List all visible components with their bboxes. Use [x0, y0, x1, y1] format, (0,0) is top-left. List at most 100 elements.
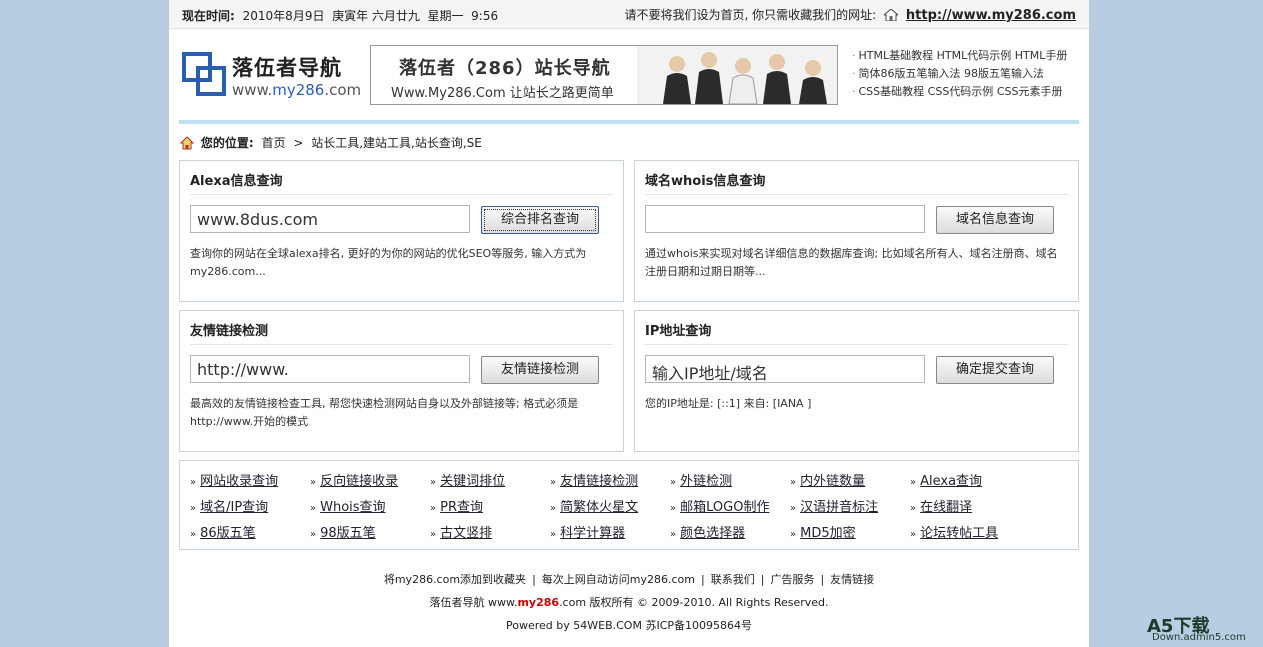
tool-link[interactable]: » Alexa查询 [910, 470, 982, 489]
footer-links: 将my286.com添加到收藏夹 | 每次上网自动访问my286.com | 联系我们 |… [383, 573, 875, 586]
tool-link-label: 友情链接检测 [560, 474, 639, 489]
footer-link[interactable]: 每次上网自动访问my286.com [542, 573, 695, 586]
footer-link[interactable]: 广告服务 [770, 573, 814, 586]
arrow-bullet-icon: » [910, 503, 917, 514]
quick-links: · HTML基础教程 HTML代码示例 HTML手册 · 简体86版五笔输入法 98… [852, 47, 1067, 101]
logo-url-suffix: .com [324, 81, 362, 99]
panel-description: 最高效的友情链接检查工具, 帮您快速检测网站自身以及外部链接等; 格式必须是ht… [190, 397, 579, 428]
tool-link[interactable]: » 外链检测 [670, 470, 732, 489]
tools-grid: » 网站收录查询» 反向链接收录» 关键词排位» 友情链接检测» 外链检测» 内外链数量» A… [179, 460, 1079, 550]
arrow-bullet-icon: » [310, 503, 317, 514]
footer-link[interactable]: 联系我们 [711, 573, 755, 586]
tool-link[interactable]: » 网站收录查询 [190, 470, 278, 489]
quick-link[interactable]: CSS基础教程 [859, 85, 925, 98]
arrow-bullet-icon: » [430, 529, 437, 540]
arrow-bullet-icon: » [790, 503, 797, 514]
link-check-panel: 友情链接检测 http://www. 友情链接检测 最高效的友情链接检查工具, … [179, 310, 624, 452]
site-logo[interactable]: 落伍者导航 www.my286.com [182, 46, 362, 102]
quick-link[interactable]: HTML基础教程 [859, 49, 934, 62]
quick-link[interactable]: HTML代码示例 [937, 49, 1012, 62]
tool-link-label: 98版五笔 [320, 526, 376, 541]
powered-text: Powered by 54WEB.COM 苏ICP备10095864号 [506, 619, 752, 632]
arrow-bullet-icon: » [430, 477, 437, 488]
tool-link[interactable]: » 简繁体火星文 [550, 496, 638, 515]
logo-url-brand: my286 [272, 81, 325, 99]
quick-link[interactable]: 简体86版五笔输入法 [859, 67, 961, 80]
header-divider [179, 120, 1079, 124]
tool-link[interactable]: » 古文竖排 [430, 522, 492, 541]
arrow-bullet-icon: » [550, 529, 557, 540]
header-banner[interactable]: 落伍者（286）站长导航 Www.My286.Com 让站长之路更简单 [370, 45, 838, 105]
panel-description: 您的IP地址是: [::1] 来自: [IANA ] [645, 397, 812, 410]
tool-link[interactable]: » 科学计算器 [550, 522, 625, 541]
tool-link-label: 内外链数量 [800, 474, 866, 489]
business-people-image [637, 46, 837, 104]
time-value: 2010年8月9日 庚寅年 六月廿九 星期一 9:56 [242, 9, 499, 23]
tool-link[interactable]: » 域名/IP查询 [190, 496, 268, 515]
panel-divider [190, 194, 613, 195]
tool-link[interactable]: » 颜色选择器 [670, 522, 745, 541]
panel-divider [645, 194, 1068, 195]
breadcrumb-home[interactable]: 首页 [261, 136, 285, 150]
footer-link[interactable]: 将my286.com添加到收藏夹 [384, 573, 526, 586]
arrow-bullet-icon: » [550, 503, 557, 514]
tool-link[interactable]: » 论坛转帖工具 [910, 522, 998, 541]
logo-title: 落伍者导航 [232, 56, 342, 80]
tool-link[interactable]: » Whois查询 [310, 496, 386, 515]
panel-title: 域名whois信息查询 [645, 174, 766, 189]
breadcrumb-label: 您的位置: [200, 136, 254, 150]
footer-link[interactable]: 友情链接 [830, 573, 874, 586]
alexa-rank-button[interactable]: 综合排名查询 [481, 206, 599, 234]
arrow-bullet-icon: » [430, 503, 437, 514]
arrow-bullet-icon: » [190, 503, 197, 514]
tool-link-label: 论坛转帖工具 [920, 526, 999, 541]
ip-submit-button[interactable]: 确定提交查询 [936, 356, 1054, 384]
tool-link[interactable]: » 86版五笔 [190, 522, 256, 541]
copyright-suffix: .com 版权所有 © 2009-2010. All Rights Reserv… [559, 596, 829, 609]
tool-link-label: MD5加密 [800, 526, 856, 541]
link-url-input[interactable]: http://www. [190, 355, 470, 383]
tool-link[interactable]: » 在线翻译 [910, 496, 972, 515]
logo-url-prefix: www. [232, 81, 273, 99]
quick-link[interactable]: HTML手册 [1015, 49, 1068, 62]
tool-link-label: 外链检测 [680, 474, 733, 489]
panel-title: Alexa信息查询 [190, 174, 283, 189]
site-url-link[interactable]: http://www.my286.com [906, 8, 1076, 23]
quick-link[interactable]: 98版五笔输入法 [964, 67, 1044, 80]
arrow-bullet-icon: » [910, 529, 917, 540]
quick-link[interactable]: CSS元素手册 [997, 85, 1063, 98]
tool-link[interactable]: » 内外链数量 [790, 470, 865, 489]
quick-links-row: · HTML基础教程 HTML代码示例 HTML手册 [852, 49, 1068, 62]
link-check-button[interactable]: 友情链接检测 [481, 356, 599, 384]
arrow-bullet-icon: » [790, 477, 797, 488]
tool-link-label: 简繁体火星文 [560, 500, 639, 515]
panel-divider [190, 344, 613, 345]
tool-link[interactable]: » 邮箱LOGO制作 [670, 496, 769, 515]
tool-link-label: 在线翻译 [920, 500, 973, 515]
banner-title: 落伍者（286）站长导航 [399, 58, 611, 79]
quick-links-row: · 简体86版五笔输入法 98版五笔输入法 [852, 67, 1044, 80]
tool-link[interactable]: » MD5加密 [790, 522, 856, 541]
tool-link[interactable]: » 汉语拼音标注 [790, 496, 878, 515]
tool-link-label: Whois查询 [320, 500, 386, 515]
banner-subtitle: Www.My286.Com 让站长之路更简单 [391, 86, 614, 101]
arrow-bullet-icon: » [670, 503, 677, 514]
panel-description: 查询你的网站在全球alexa排名, 更好的为你的网站的优化SEO等服务, 输入方… [190, 247, 587, 278]
tool-link[interactable]: » 反向链接收录 [310, 470, 398, 489]
whois-panel: 域名whois信息查询 域名信息查询 通过whois来实现对域名详细信息的数据库… [634, 160, 1079, 302]
panel-title: 友情链接检测 [190, 324, 269, 339]
alexa-domain-input[interactable]: www.8dus.com [190, 205, 470, 233]
tool-link[interactable]: » 友情链接检测 [550, 470, 638, 489]
quick-links-row: · CSS基础教程 CSS代码示例 CSS元素手册 [852, 85, 1063, 98]
breadcrumb: 您的位置: 首页 > 站长工具,建站工具,站长查询,SE [180, 134, 482, 151]
quick-link[interactable]: CSS代码示例 [928, 85, 994, 98]
tool-link[interactable]: » PR查询 [430, 496, 483, 515]
whois-query-button[interactable]: 域名信息查询 [936, 206, 1054, 234]
ip-address-input[interactable]: 输入IP地址/域名 [645, 355, 925, 383]
arrow-bullet-icon: » [790, 529, 797, 540]
powered-by: Powered by 54WEB.COM 苏ICP备10095864号 [169, 617, 1089, 633]
logo-url: www.my286.com [232, 81, 361, 99]
tool-link[interactable]: » 关键词排位 [430, 470, 505, 489]
tool-link[interactable]: » 98版五笔 [310, 522, 376, 541]
whois-domain-input[interactable] [645, 205, 925, 233]
